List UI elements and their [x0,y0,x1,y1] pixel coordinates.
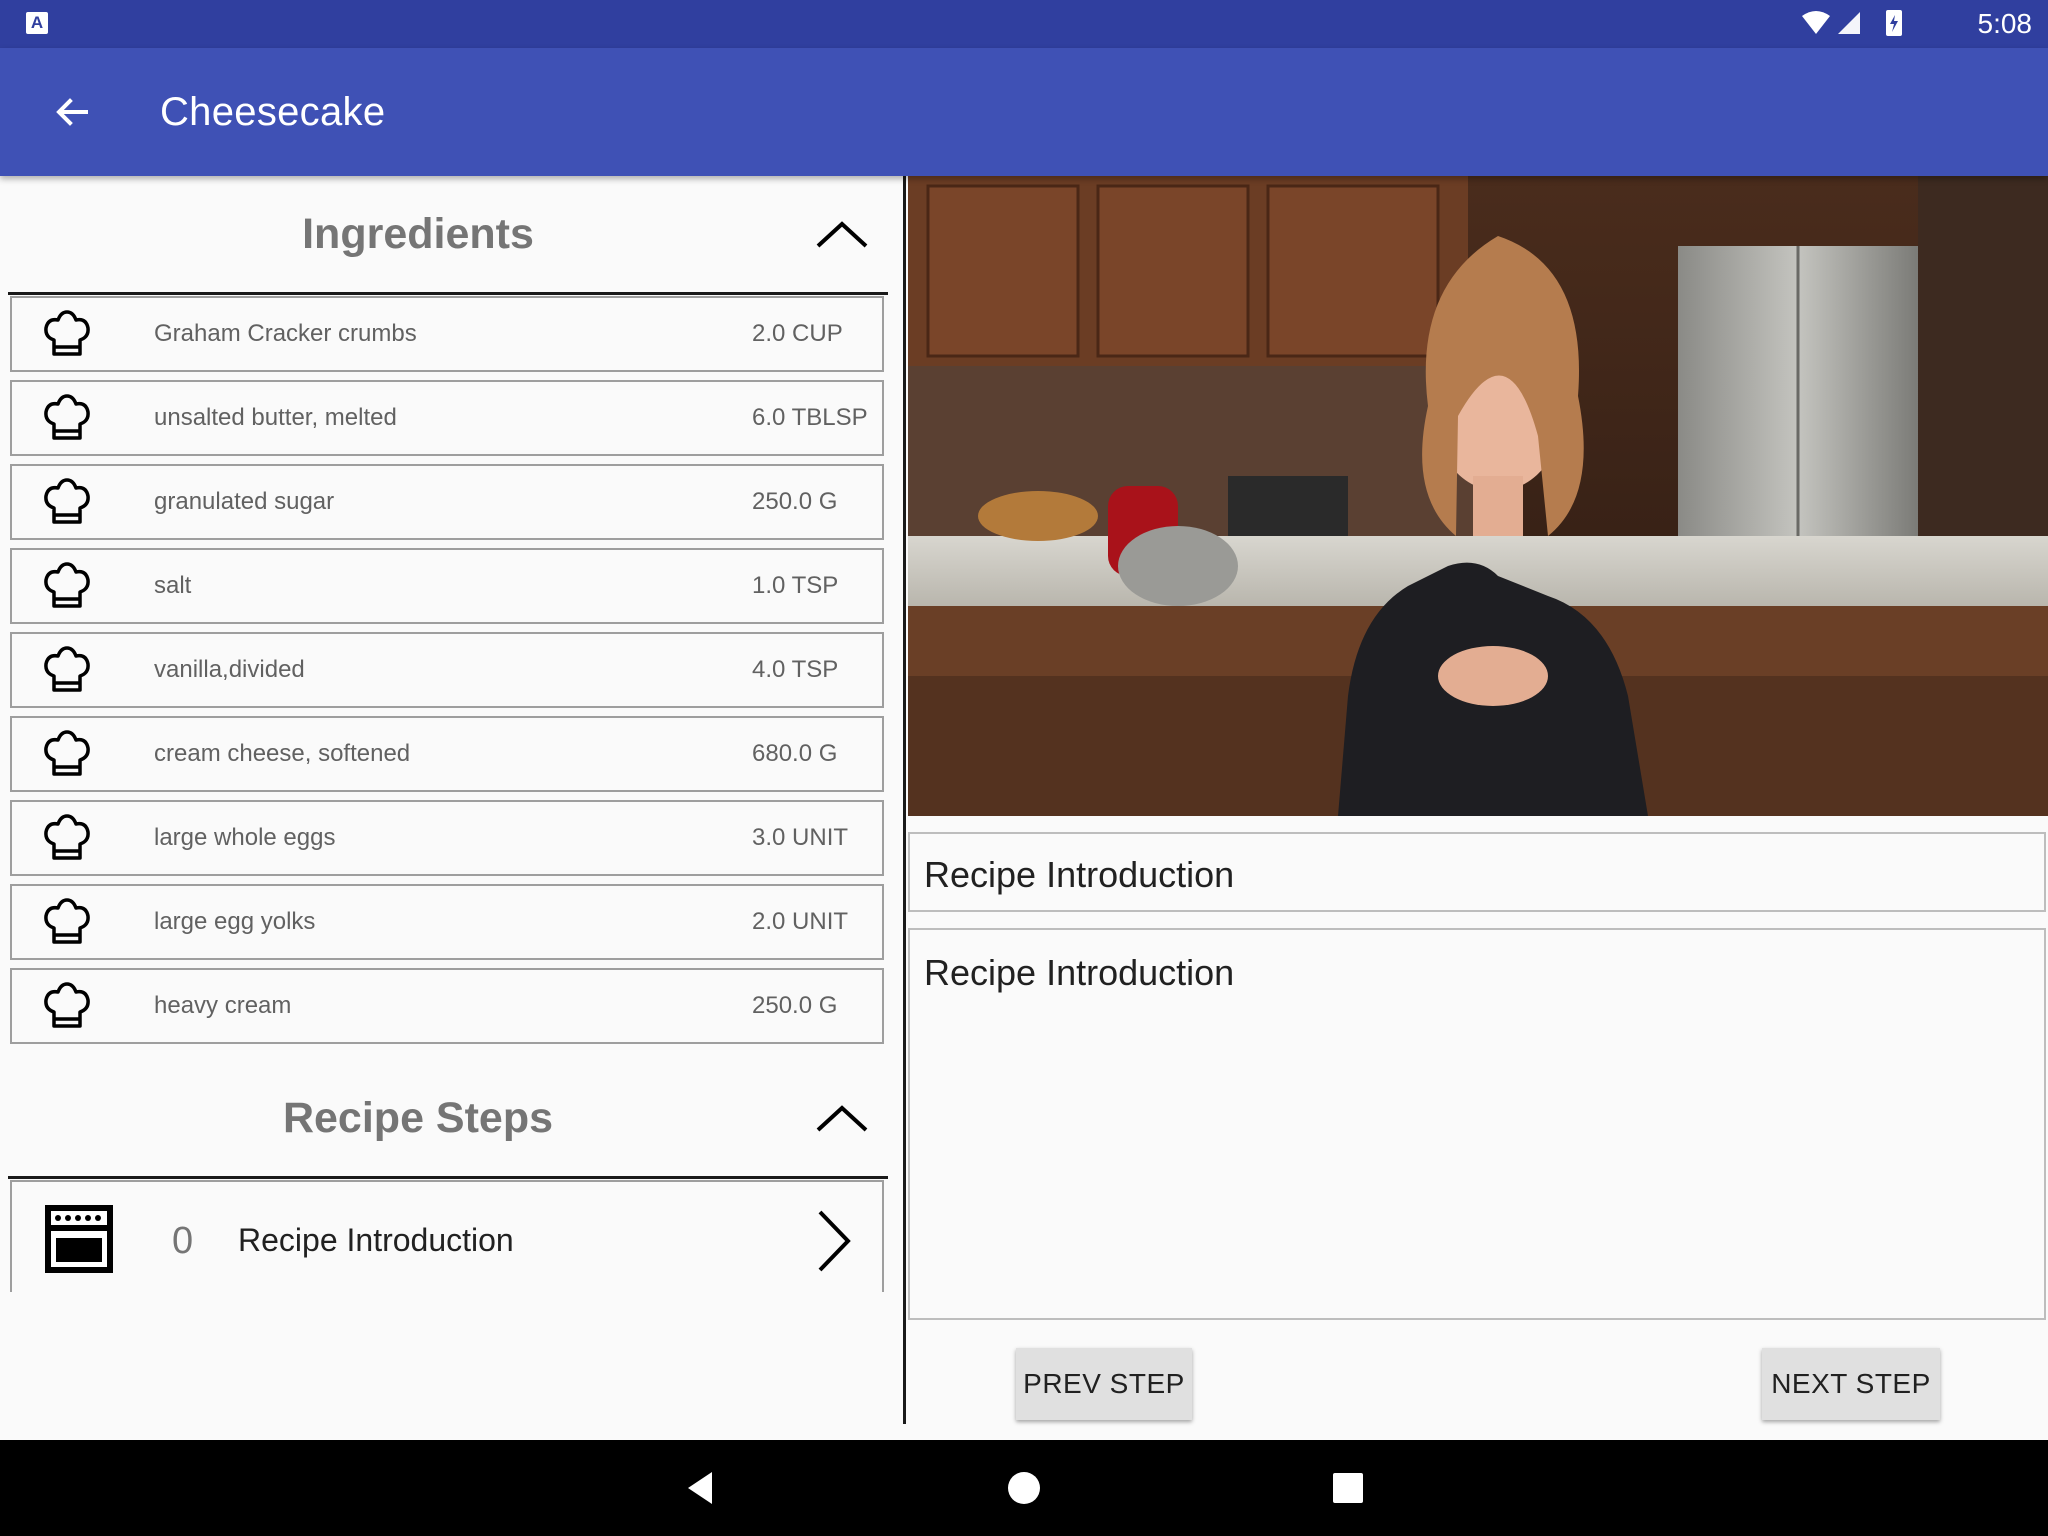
chevron-right-icon [818,1210,851,1272]
wifi-icon [1802,11,1830,34]
ingredient-row: unsalted butter, melted 6.0 TBLSP [10,380,884,456]
ingredient-quantity: 250.0 G [752,488,838,515]
ingredients-header[interactable]: Ingredients [8,176,888,295]
chef-hat-icon [44,982,90,1028]
chef-hat-icon [44,394,90,440]
ingredient-row: granulated sugar 250.0 G [10,464,884,540]
nav-recents-icon[interactable] [1324,1464,1372,1512]
back-button[interactable] [40,80,104,144]
arrow-back-icon [56,98,88,126]
ingredient-row: Graham Cracker crumbs 2.0 CUP [10,296,884,372]
app-notification-icon: A [26,12,48,34]
clock: 5:08 [1977,8,2033,39]
ingredient-name: salt [154,572,192,599]
ingredient-quantity: 1.0 TSP [752,572,839,599]
step-number: 0 [172,1220,194,1262]
navigation-bar [0,1440,2048,1536]
chef-hat-icon [44,898,90,944]
ingredient-row: vanilla,divided 4.0 TSP [10,632,884,708]
ingredient-quantity: 680.0 G [752,740,838,767]
step-row[interactable]: 0 Recipe Introduction [10,1180,884,1292]
chef-hat-icon [44,814,90,860]
ingredient-name: heavy cream [154,992,292,1019]
ingredients-title: Ingredients [302,210,534,258]
system-status-icons [1802,10,1902,36]
nav-back-icon[interactable] [676,1464,724,1512]
app-bar: Cheesecake [0,48,2048,176]
chef-hat-icon [44,562,90,608]
page-title: Cheesecake [160,90,386,134]
next-step-button[interactable]: NEXT STEP [1762,1348,1940,1420]
ingredient-name: large whole eggs [154,824,336,851]
video-player[interactable] [908,176,2048,816]
ingredient-name: cream cheese, softened [154,740,411,767]
ingredient-quantity: 6.0 TBLSP [752,404,868,431]
ingredient-quantity: 2.0 UNIT [752,908,849,935]
steps-title: Recipe Steps [282,1094,554,1142]
ingredient-quantity: 4.0 TSP [752,656,839,683]
pane-divider [903,176,906,1424]
chef-hat-icon [44,730,90,776]
oven-icon [45,1205,113,1273]
chevron-up-icon[interactable] [814,216,870,252]
chevron-up-icon[interactable] [814,1100,870,1136]
signal-icon [1838,12,1860,34]
ingredient-quantity: 3.0 UNIT [752,824,849,851]
ingredient-row: large egg yolks 2.0 UNIT [10,884,884,960]
steps-header[interactable]: Recipe Steps [8,1060,888,1179]
step-label: Recipe Introduction [238,1222,514,1258]
ingredient-row: large whole eggs 3.0 UNIT [10,800,884,876]
description-text: Recipe Introduction [924,952,1235,993]
ingredient-name: large egg yolks [154,908,316,935]
ingredient-name: granulated sugar [154,488,335,515]
chef-hat-icon [44,646,90,692]
ingredient-row: heavy cream 250.0 G [10,968,884,1044]
ingredient-row: salt 1.0 TSP [10,548,884,624]
ingredient-row: cream cheese, softened 680.0 G [10,716,884,792]
ingredient-name: vanilla,divided [154,656,305,683]
video-frame [908,176,2048,816]
ingredient-quantity: 250.0 G [752,992,838,1019]
ingredient-name: Graham Cracker crumbs [154,320,417,347]
chef-hat-icon [44,478,90,524]
short-description-text: Recipe Introduction [924,854,1235,895]
prev-step-button[interactable]: PREV STEP [1016,1348,1192,1420]
step-short-description: Recipe Introduction [908,832,2046,912]
ingredient-quantity: 2.0 CUP [752,320,843,347]
ingredient-name: unsalted butter, melted [154,404,397,431]
status-bar: A 5:08 [0,0,2048,48]
step-description: Recipe Introduction [908,928,2046,1320]
chef-hat-icon [44,310,90,356]
nav-home-icon[interactable] [1000,1464,1048,1512]
